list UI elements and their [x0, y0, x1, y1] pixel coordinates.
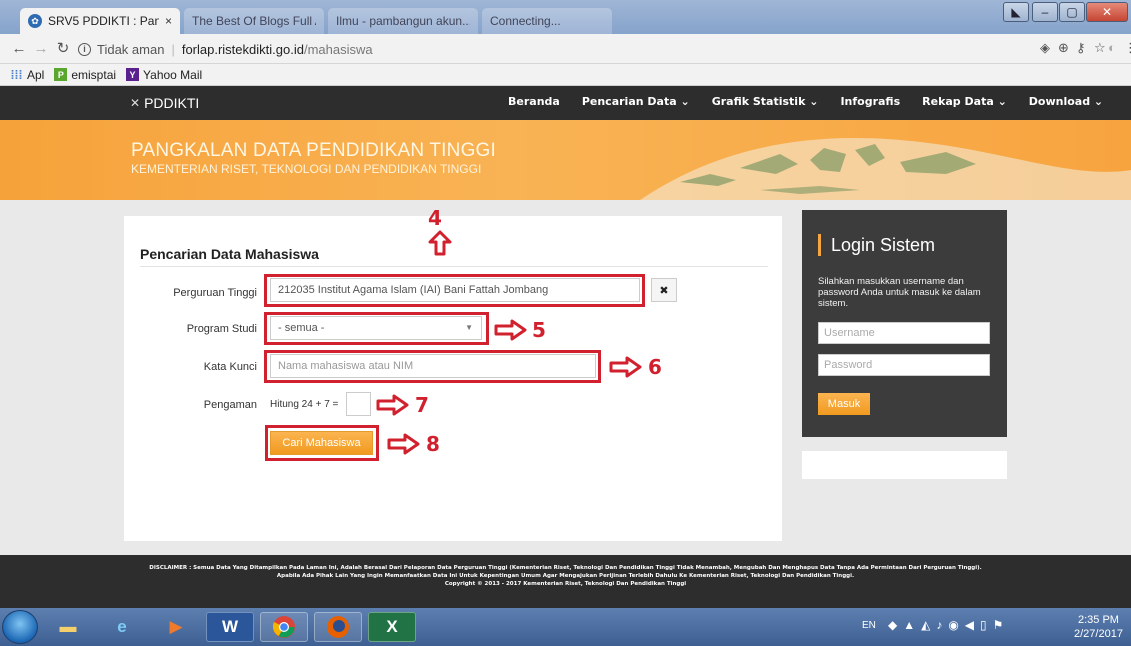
tab-srv5-pddikti[interactable]: ✿ SRV5 PDDIKTI : Pangkala × — [20, 8, 180, 34]
footer-copyright: Copyright © 2013 - 2017 Kementerian Rise… — [444, 581, 687, 587]
key-icon[interactable]: ⚷ — [1076, 40, 1086, 56]
footer-permission: Apabila Ada Pihak Lain Yang Ingin Memanf… — [276, 573, 855, 579]
close-tab-icon[interactable]: × — [165, 14, 172, 28]
captcha-answer-input[interactable] — [346, 392, 371, 416]
firefox-logo-icon — [327, 616, 349, 638]
footer-disclaimer: DISCLAIMER : Semua Data Yang Ditampilkan… — [149, 565, 982, 571]
password-input[interactable]: Password — [818, 354, 990, 376]
minimize-window-button[interactable]: – — [1032, 2, 1058, 22]
menu-dots-icon[interactable]: ⋮ — [1124, 40, 1131, 56]
tab-background-1[interactable]: The Best Of Blogs Full Albu... — [184, 8, 324, 34]
annotation-up-arrow-icon — [428, 230, 452, 256]
annotation-box-program-studi — [264, 312, 489, 345]
login-panel: Login Sistem Silahkan masukkan username … — [802, 210, 1007, 437]
language-indicator[interactable]: EN — [862, 620, 876, 631]
tab-background-3[interactable]: Connecting... — [482, 8, 612, 34]
site-footer: DISCLAIMER : Semua Data Yang Ditampilkan… — [0, 555, 1131, 608]
site-banner: PANGKALAN DATA PENDIDIKAN TINGGI KEMENTE… — [0, 120, 1131, 200]
annotation-box-cari-button — [265, 425, 379, 461]
annotation-right-arrow-icon — [387, 433, 420, 455]
annotation-number-8: 8 — [426, 432, 440, 456]
firefox-icon[interactable] — [314, 612, 362, 642]
windows-taskbar: ▬ e ▶ W X EN ◆▲◭♪◉◀▯⚑ 2:35 PM 2/27/2017 — [0, 608, 1131, 646]
perguruan-tinggi-label: Perguruan Tinggi — [173, 287, 257, 299]
bookmark-emisptai[interactable]: P emisptai — [54, 68, 116, 82]
browser-toolbar: ← → ↻ i Tidak aman | forlap.ristekdikti.… — [0, 34, 1131, 64]
annotation-box-kata-kunci — [264, 350, 601, 383]
annotation-right-arrow-icon — [494, 319, 527, 341]
main-content: Pencarian Data Mahasiswa Perguruan Tingg… — [0, 200, 1131, 555]
site-navbar: ✕ PDDIKTI Beranda Pencarian Data ⌄ Grafi… — [0, 86, 1131, 120]
extension-icon[interactable]: ◐ — [1108, 40, 1116, 55]
nav-pencarian-data[interactable]: Pencarian Data ⌄ — [582, 95, 690, 108]
url-path: /mahasiswa — [303, 41, 373, 57]
internet-explorer-icon[interactable]: e — [98, 612, 146, 642]
reload-icon[interactable]: ↻ — [54, 40, 72, 58]
info-icon[interactable]: i — [78, 42, 91, 56]
pengaman-label: Pengaman — [203, 399, 257, 411]
annotation-right-arrow-icon — [376, 394, 409, 416]
back-arrow-icon[interactable]: ← — [10, 40, 28, 58]
zoom-icon[interactable]: ⊕ — [1058, 40, 1069, 56]
address-bar[interactable]: i Tidak aman | forlap.ristekdikti.go.id … — [78, 38, 998, 60]
annotation-right-arrow-icon — [609, 356, 642, 378]
nav-download[interactable]: Download ⌄ — [1029, 95, 1103, 108]
login-title: Login Sistem — [818, 234, 935, 256]
browser-tab-strip: ✿ SRV5 PDDIKTI : Pangkala × The Best Of … — [0, 0, 1131, 34]
pddikti-logo-icon: ✕ — [130, 96, 141, 110]
annotation-number-4: 4 — [428, 206, 442, 230]
nav-rekap-data[interactable]: Rekap Data ⌄ — [922, 95, 1007, 108]
chrome-logo-icon — [272, 616, 295, 638]
annotation-number-7: 7 — [415, 393, 429, 417]
system-tray-icons[interactable]: ◆▲◭♪◉◀▯⚑ — [888, 618, 1009, 632]
maximize-window-button[interactable]: ▢ — [1059, 2, 1085, 22]
search-card-title: Pencarian Data Mahasiswa — [140, 246, 319, 262]
excel-icon[interactable]: X — [368, 612, 416, 642]
system-clock[interactable]: 2:35 PM 2/27/2017 — [1074, 613, 1123, 641]
clear-perguruan-tinggi-button[interactable]: ✖ — [651, 278, 677, 302]
apps-grid-icon: ⁞⁞⁞ — [10, 67, 23, 82]
yahoo-favicon-icon: Y — [126, 68, 140, 81]
masuk-button[interactable]: Masuk — [818, 393, 870, 415]
captcha-question: Hitung 24 + 7 = — [270, 399, 339, 410]
bookmark-star-icon[interactable]: ☆ — [1094, 40, 1106, 56]
chrome-icon[interactable] — [260, 612, 308, 642]
annotation-box-perguruan-tinggi — [264, 274, 645, 307]
program-studi-label: Program Studi — [186, 323, 257, 335]
search-card: Pencarian Data Mahasiswa Perguruan Tingg… — [124, 206, 782, 541]
translate-icon[interactable]: ◈ — [1040, 40, 1050, 56]
p-favicon-icon: P — [54, 68, 68, 81]
word-icon[interactable]: W — [206, 612, 254, 642]
start-button[interactable] — [2, 610, 38, 644]
username-input[interactable]: Username — [818, 322, 990, 344]
address-separator: | — [171, 41, 175, 57]
nav-beranda[interactable]: Beranda — [508, 95, 560, 108]
nav-infografis[interactable]: Infografis — [840, 95, 900, 108]
bookmarks-bar: ⁞⁞⁞ Apl P emisptai Y Yahoo Mail — [0, 64, 1131, 86]
banner-subtitle: KEMENTERIAN RISET, TEKNOLOGI DAN PENDIDI… — [131, 162, 482, 176]
banner-title: PANGKALAN DATA PENDIDIKAN TINGGI — [131, 140, 497, 161]
login-description: Silahkan masukkan username dan password … — [818, 276, 981, 309]
site-nav-links: Beranda Pencarian Data ⌄ Grafik Statisti… — [508, 95, 1125, 108]
bookmark-apps[interactable]: ⁞⁞⁞ Apl — [10, 67, 45, 82]
card-divider — [140, 266, 768, 267]
kata-kunci-label: Kata Kunci — [203, 361, 257, 373]
annotation-number-6: 6 — [648, 355, 662, 379]
bookmark-yahoo-mail[interactable]: Y Yahoo Mail — [126, 68, 202, 82]
pddikti-favicon-icon: ✿ — [28, 14, 42, 28]
close-window-button[interactable]: ✕ — [1086, 2, 1128, 22]
annotation-number-5: 5 — [532, 318, 546, 342]
nav-grafik-statistik[interactable]: Grafik Statistik ⌄ — [712, 95, 819, 108]
forward-arrow-icon[interactable]: → — [32, 40, 50, 58]
login-panel-footer — [802, 451, 1007, 479]
url-host: forlap.ristekdikti.go.id — [181, 41, 304, 57]
site-brand[interactable]: ✕ PDDIKTI — [130, 95, 199, 111]
tab-background-2[interactable]: Ilmu - pambangun akun... — [328, 8, 478, 34]
indonesia-map-graphic — [640, 138, 1131, 200]
file-explorer-icon[interactable]: ▬ — [44, 612, 92, 642]
media-player-icon[interactable]: ▶ — [152, 612, 200, 642]
profile-window-button[interactable]: ◣ — [1003, 2, 1029, 22]
security-label: Tidak aman — [97, 41, 165, 57]
